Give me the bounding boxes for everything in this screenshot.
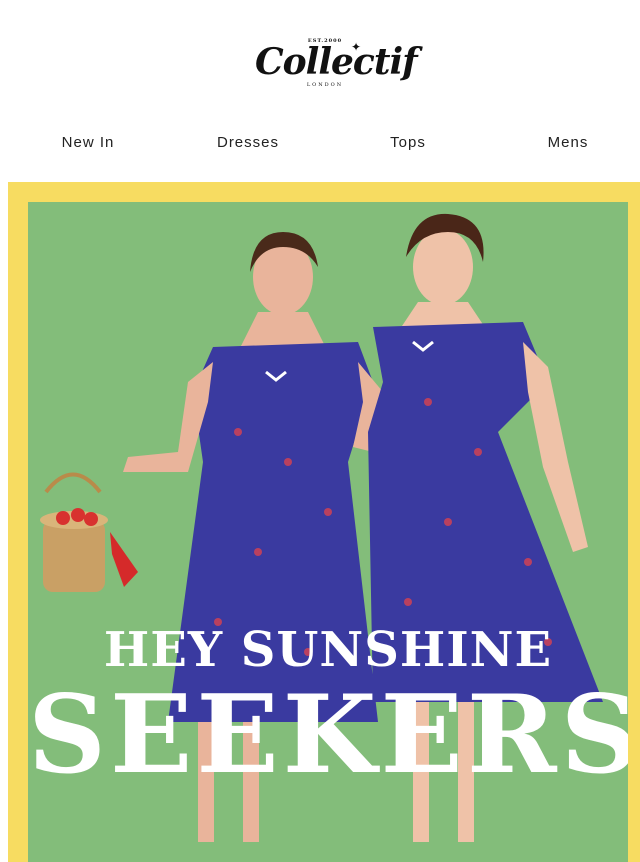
main-navigation: New In Dresses Tops Mens xyxy=(0,128,640,158)
logo-wordmark: Collectif xyxy=(255,41,418,83)
nav-item-new-in[interactable]: New In xyxy=(8,134,168,151)
logo-city: LONDON xyxy=(306,82,344,88)
sparkle-icon: ✦ xyxy=(351,40,362,54)
hero-banner[interactable]: HEY SUNSHINE SEEKERS xyxy=(28,202,628,862)
hero-headline-line1: HEY SUNSHINE xyxy=(103,622,553,678)
nav-item-mens[interactable]: Mens xyxy=(488,134,640,151)
nav-item-tops[interactable]: Tops xyxy=(328,134,488,151)
nav-item-dresses[interactable]: Dresses xyxy=(168,134,328,151)
collectif-logo[interactable]: EST.2000 Collectif ✦ LONDON xyxy=(255,34,418,94)
strawberry-basket xyxy=(40,472,138,592)
hero-headline-line2: SEEKERS xyxy=(28,672,628,798)
email-header: EST.2000 Collectif ✦ LONDON xyxy=(0,0,640,125)
